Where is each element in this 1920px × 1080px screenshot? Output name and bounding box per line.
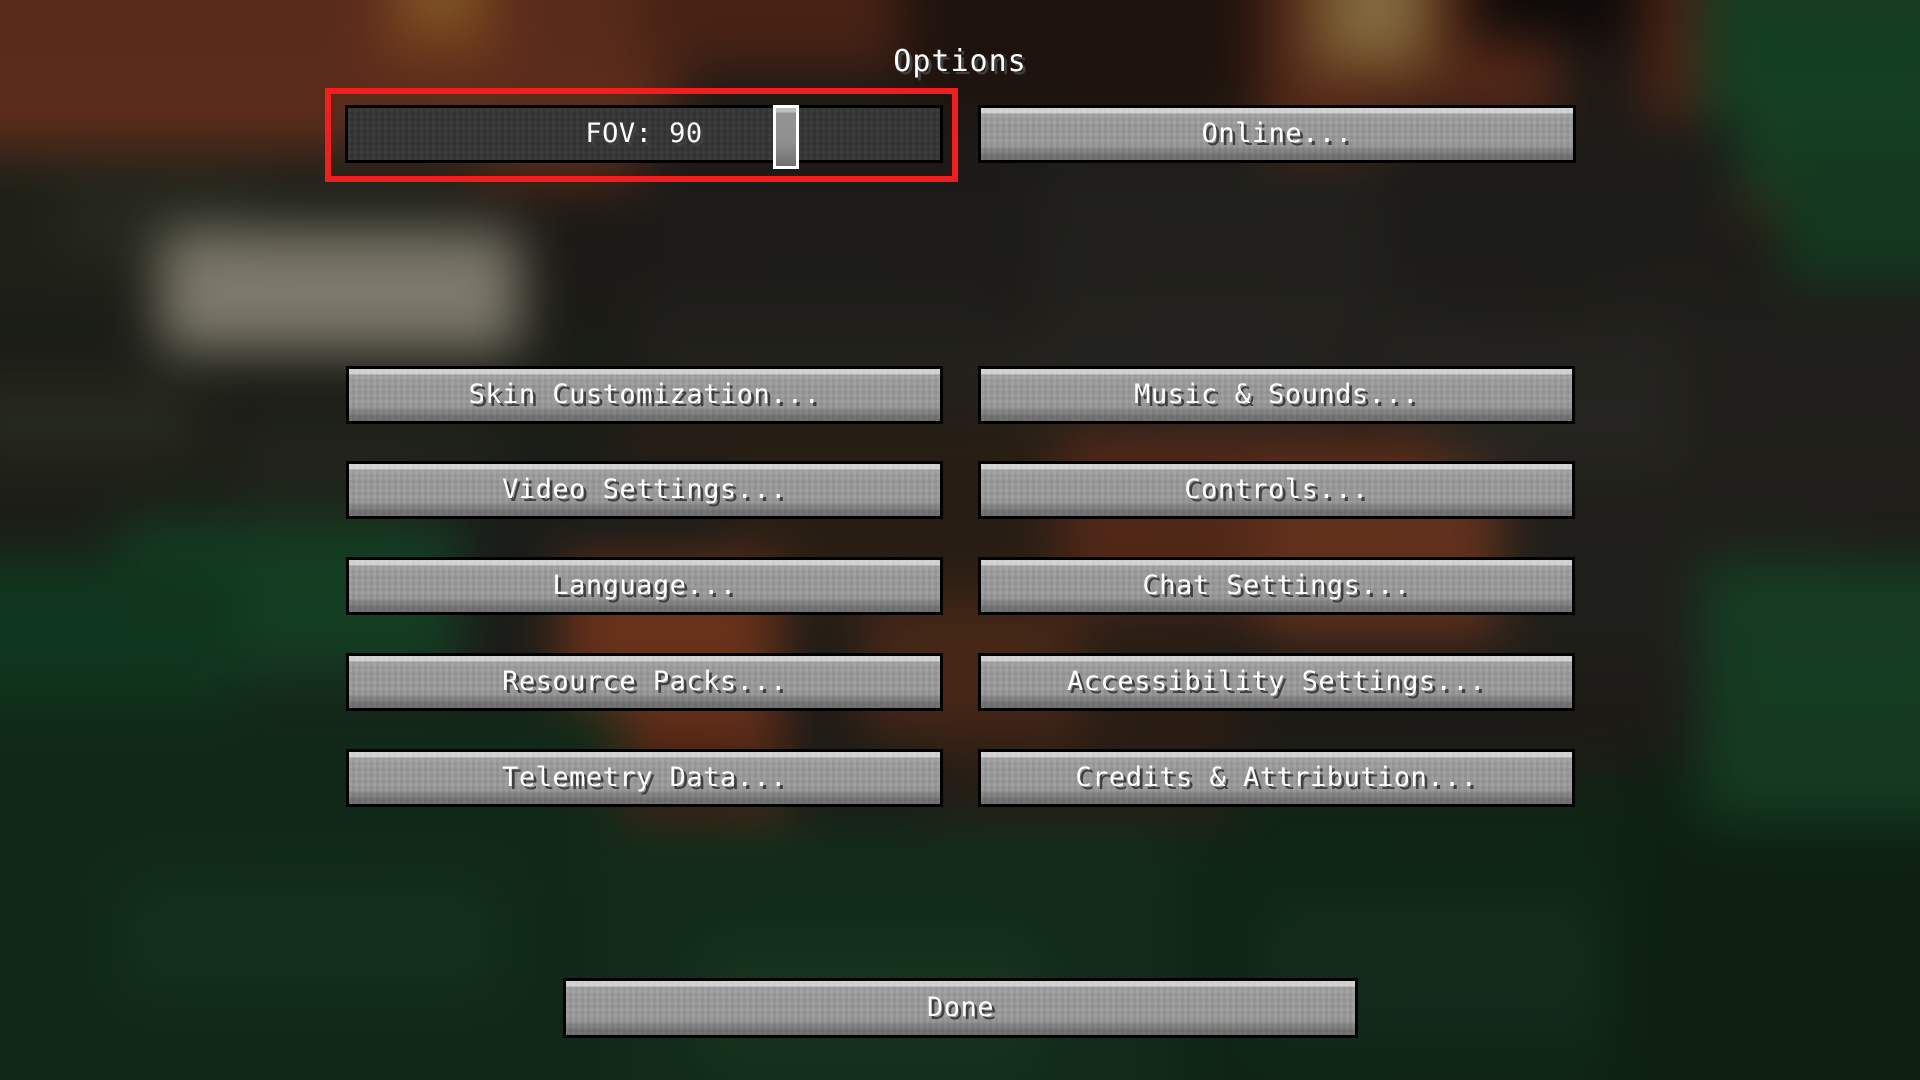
accessibility-settings-button[interactable]: Accessibility Settings...: [978, 653, 1575, 711]
skin-customization-button-label: Skin Customization...: [468, 378, 821, 410]
resource-packs-button[interactable]: Resource Packs...: [346, 653, 943, 711]
accessibility-settings-button-label: Accessibility Settings...: [1067, 665, 1486, 697]
video-settings-button-label: Video Settings...: [502, 473, 787, 505]
done-button[interactable]: Done: [563, 978, 1358, 1038]
telemetry-data-button-label: Telemetry Data...: [502, 761, 787, 793]
page-title: Options: [893, 44, 1027, 79]
chat-settings-button[interactable]: Chat Settings...: [978, 557, 1575, 615]
skin-customization-button[interactable]: Skin Customization...: [346, 366, 943, 424]
controls-button-label: Controls...: [1184, 473, 1369, 505]
music-and-sounds-button-label: Music & Sounds...: [1134, 378, 1419, 410]
credits-and-attribution-button-label: Credits & Attribution...: [1075, 761, 1478, 793]
background-dim-overlay: [0, 0, 1920, 1080]
language-button-label: Language...: [552, 569, 737, 601]
telemetry-data-button[interactable]: Telemetry Data...: [346, 749, 943, 807]
credits-and-attribution-button[interactable]: Credits & Attribution...: [978, 749, 1575, 807]
video-settings-button[interactable]: Video Settings...: [346, 461, 943, 519]
fov-slider-handle[interactable]: [773, 105, 799, 169]
fov-slider[interactable]: FOV: 90: [345, 105, 943, 169]
music-and-sounds-button[interactable]: Music & Sounds...: [978, 366, 1575, 424]
controls-button[interactable]: Controls...: [978, 461, 1575, 519]
chat-settings-button-label: Chat Settings...: [1142, 569, 1411, 601]
minecraft-options-screen: Options FOV: 90 Online... Skin Customiza…: [0, 0, 1920, 1080]
online-button[interactable]: Online...: [978, 105, 1576, 163]
resource-packs-button-label: Resource Packs...: [502, 665, 787, 697]
online-button-label: Online...: [1201, 117, 1353, 149]
fov-slider-label: FOV: 90: [585, 117, 703, 149]
done-button-label: Done: [926, 991, 995, 1023]
language-button[interactable]: Language...: [346, 557, 943, 615]
